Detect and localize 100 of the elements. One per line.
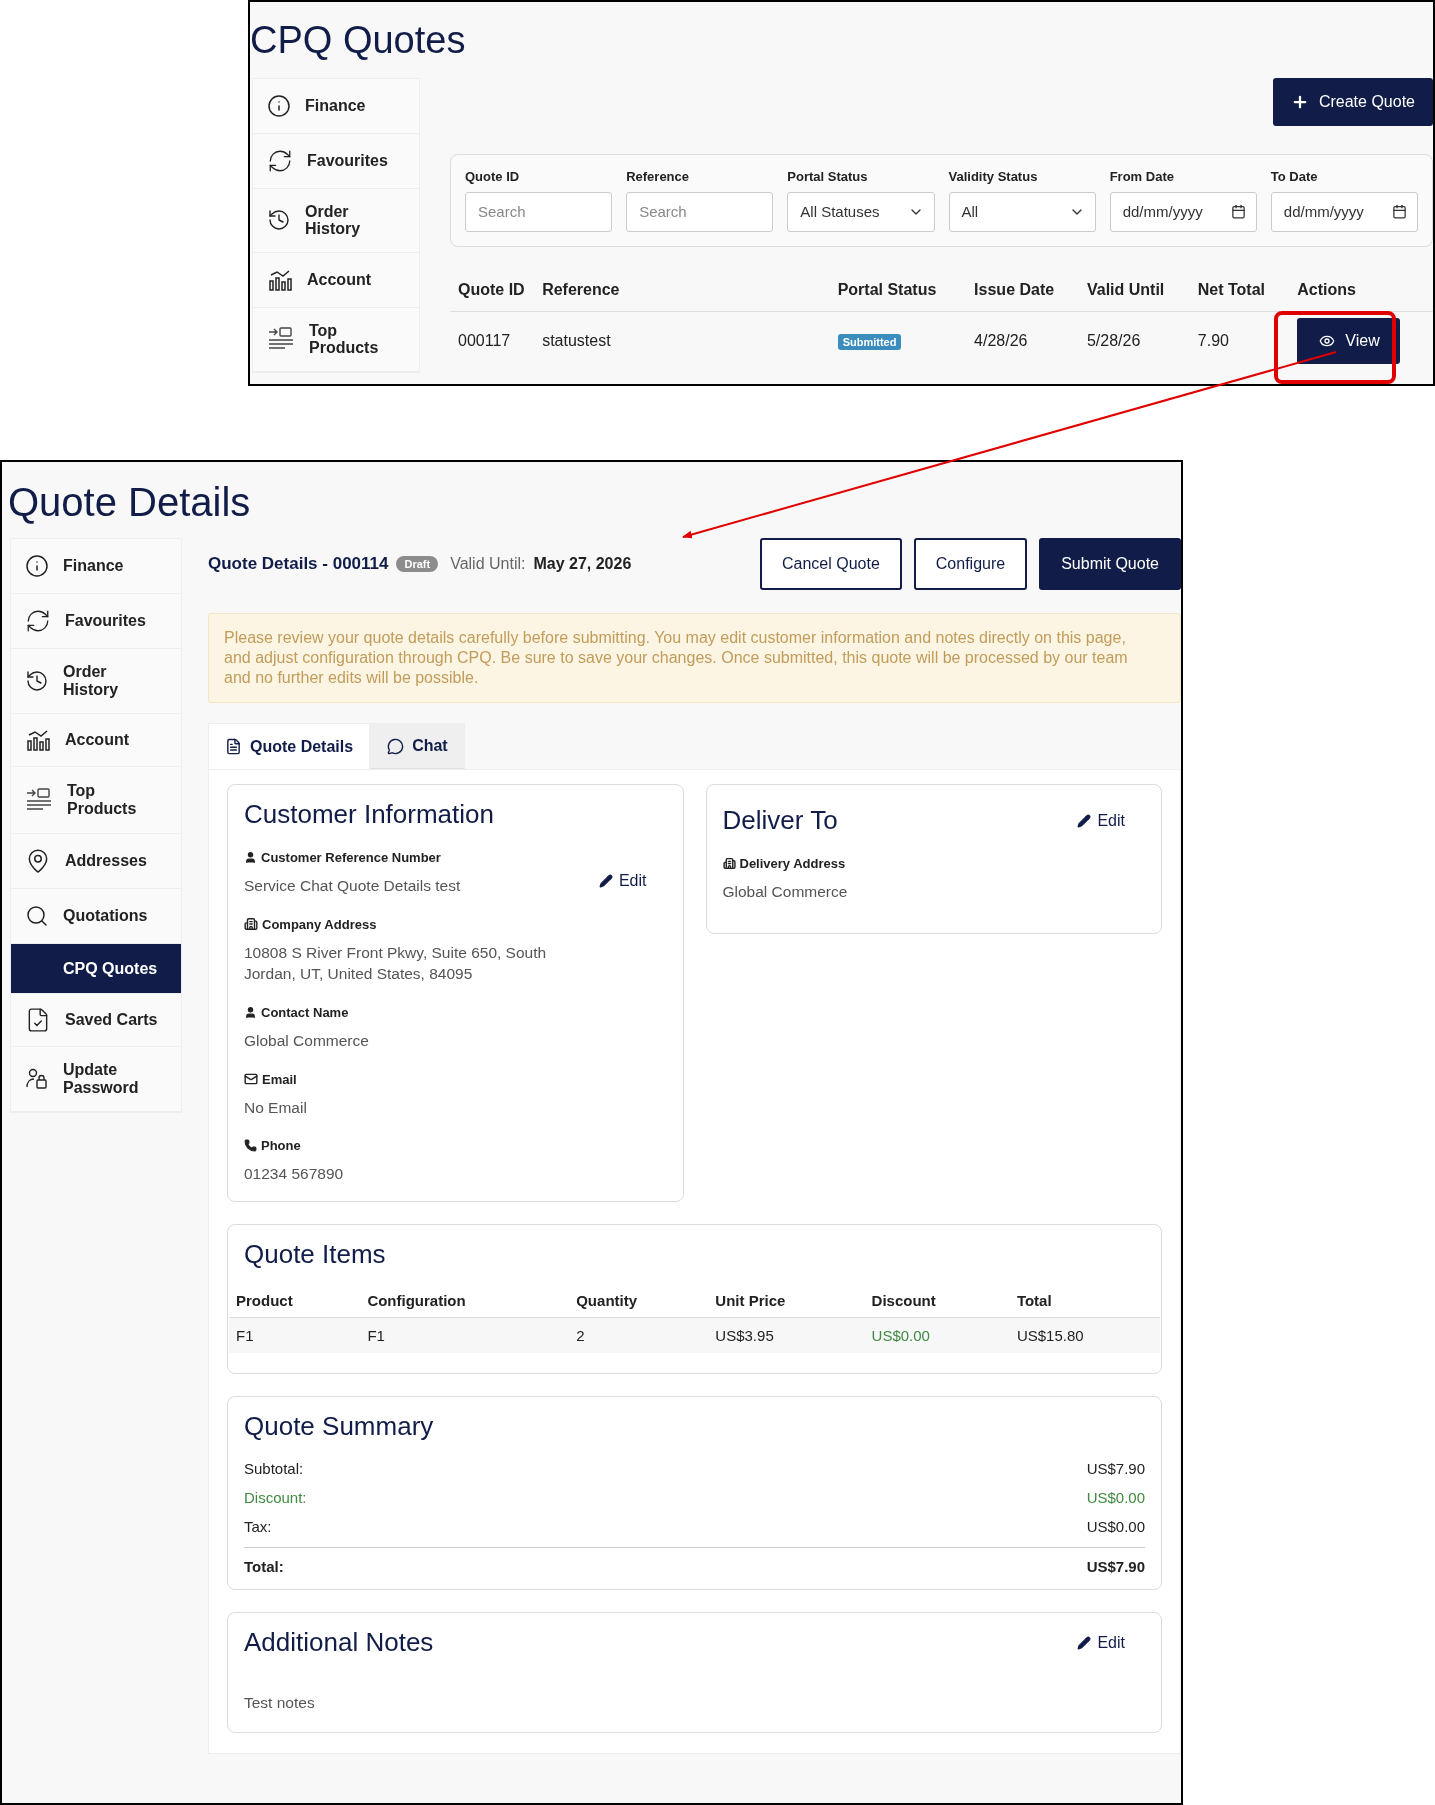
card-title: Quote Items — [244, 1239, 387, 1271]
sidebar-label: Top Products — [309, 321, 380, 357]
status-dropdown[interactable]: All Statuses — [787, 191, 935, 232]
status-dropdown[interactable]: All — [948, 191, 1096, 232]
search-field[interactable]: Search — [465, 191, 613, 232]
history-icon — [267, 208, 291, 233]
edit-link[interactable]: Edit — [1077, 1633, 1125, 1652]
sidebar-label: CPQ Quotes — [63, 959, 158, 978]
sidebar-label: Order History — [63, 663, 120, 699]
sidebar-item[interactable]: Favourites — [11, 594, 181, 649]
table-cell: 000117 — [450, 311, 535, 370]
person-icon — [244, 851, 257, 864]
summary-label: Total: — [244, 1558, 284, 1576]
sidebar-label: Finance — [305, 96, 366, 115]
column-header: Unit Price — [708, 1284, 865, 1318]
sidebar-item[interactable]: Order History — [253, 188, 419, 253]
column-header: Configuration — [360, 1284, 570, 1318]
table-cell: 2 — [569, 1317, 709, 1354]
column-header: Quote ID — [450, 268, 535, 312]
sidebar-label: Order History — [305, 202, 362, 238]
notice-banner: Please review your quote details carefully before submitting. You may edit customer information and notes directly on this page, and adjust configuration through CPQ. Be sure to save your changes. Once submitted, this quote will be processed by our team and no further edits will be possible. — [208, 613, 1181, 703]
table-cell: US$15.80 — [1009, 1317, 1160, 1354]
date-field[interactable]: dd/mm/yyyy — [1270, 191, 1418, 232]
action-button[interactable]: Configure — [913, 538, 1028, 590]
table-cell: 5/28/26 — [1078, 311, 1190, 370]
sidebar-label: Saved Carts — [65, 1011, 158, 1029]
field-label: Customer Reference Number — [261, 850, 441, 865]
column-header: Discount — [864, 1284, 1010, 1318]
sidebar-label: Favourites — [65, 612, 146, 630]
building-icon — [722, 857, 736, 870]
card-title: Quote Summary — [244, 1411, 435, 1443]
action-button[interactable]: Cancel Quote — [759, 538, 902, 590]
sidebar-item[interactable]: Finance — [11, 539, 181, 594]
sidebar-item[interactable]: Account — [253, 252, 419, 308]
sidebar-label: Addresses — [65, 852, 147, 870]
table-cell: F1 — [360, 1317, 570, 1354]
document-icon — [225, 738, 242, 755]
info-icon — [267, 93, 291, 118]
tab[interactable]: Quote Details — [208, 723, 371, 769]
column-header: Actions — [1289, 268, 1433, 312]
person-icon — [244, 1006, 257, 1020]
column-header: Quantity — [569, 1284, 709, 1318]
field-label: Email — [262, 1071, 297, 1087]
sidebar-item[interactable]: Saved Carts — [11, 994, 181, 1047]
filter-label: Quote ID — [465, 168, 521, 184]
quote-title: Quote Details - 000114 — [208, 554, 389, 574]
summary-label: Tax: — [244, 1518, 272, 1536]
field-label: Phone — [261, 1138, 301, 1154]
column-header: Total — [1009, 1284, 1160, 1318]
pencil-icon — [1077, 813, 1092, 828]
sidebar-item[interactable]: Top Products — [11, 767, 181, 834]
view-button[interactable]: View — [1297, 317, 1400, 364]
sidebar-item[interactable]: Favourites — [253, 133, 419, 189]
summary-value: US$0.00 — [1086, 1489, 1145, 1507]
field-label: Delivery Address — [739, 856, 846, 871]
table-cell: 4/28/26 — [966, 311, 1079, 370]
edit-link[interactable]: Edit — [1077, 811, 1125, 830]
column-header: Portal Status — [829, 268, 967, 312]
date-field[interactable]: dd/mm/yyyy — [1109, 191, 1257, 232]
filter-label: To Date — [1270, 168, 1319, 184]
table-cell: statustest — [534, 311, 830, 370]
notes-text: Test notes — [244, 1693, 315, 1714]
sidebar-item[interactable]: CPQ Quotes — [11, 944, 181, 994]
summary-label: Discount: — [244, 1489, 307, 1507]
search-icon — [25, 904, 49, 928]
create-quote-button[interactable]: Create Quote — [1272, 77, 1433, 126]
phone-icon — [244, 1139, 257, 1153]
field-value: No Email — [244, 1097, 307, 1118]
page-title: CPQ Quotes — [250, 18, 467, 63]
sidebar-item[interactable]: Finance — [253, 78, 419, 134]
summary-label: Subtotal: — [244, 1460, 304, 1478]
tab[interactable]: Chat — [370, 723, 465, 769]
summary-value: US$7.90 — [1086, 1460, 1145, 1478]
table-cell: US$0.00 — [864, 1317, 1010, 1354]
sidebar-item[interactable]: Account — [11, 714, 181, 767]
sidebar-label: Account — [307, 270, 371, 289]
edit-link[interactable]: Edit — [598, 872, 647, 890]
status-badge: Submitted — [837, 333, 902, 350]
search-field[interactable]: Search — [626, 191, 774, 232]
pencil-icon — [1077, 1635, 1092, 1650]
bar-chart-icon — [25, 727, 51, 753]
column-header: Valid Until — [1078, 268, 1190, 312]
info-icon — [25, 554, 49, 578]
sidebar-label: Top Products — [67, 782, 138, 818]
field-value: Global Commerce — [244, 1031, 369, 1052]
sidebar-item[interactable]: Addresses — [11, 834, 181, 889]
summary-value: US$7.90 — [1086, 1558, 1145, 1576]
field-value: 10808 S River Front Pkwy, Suite 650, South Jordan, UT, United States, 84095 — [244, 942, 548, 985]
column-header: Issue Date — [966, 268, 1079, 312]
card-title: Customer Information — [244, 799, 495, 830]
sidebar-item[interactable]: Update Password — [11, 1047, 181, 1112]
submit-button[interactable]: Submit Quote — [1039, 538, 1181, 590]
card-title: Additional Notes — [244, 1627, 434, 1659]
column-header: Reference — [534, 268, 830, 312]
column-header: Net Total — [1189, 268, 1290, 312]
user-lock-icon — [25, 1067, 49, 1091]
sidebar-item[interactable]: Top Products — [253, 307, 419, 372]
filter-label: From Date — [1109, 168, 1175, 184]
sidebar-item[interactable]: Order History — [11, 649, 181, 714]
table-cell: US$3.95 — [708, 1317, 865, 1354]
